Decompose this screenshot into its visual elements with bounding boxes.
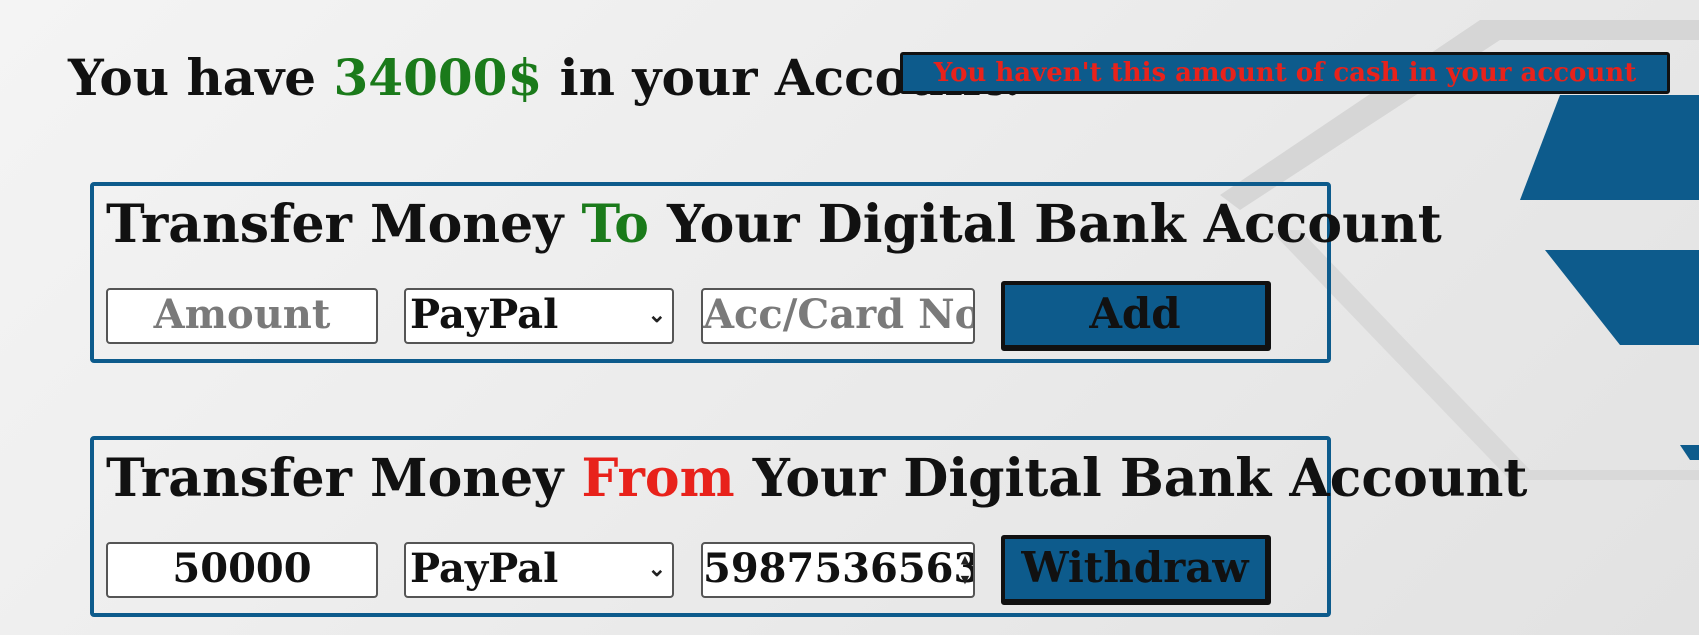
chevron-down-icon: ⌄ bbox=[647, 302, 666, 328]
withdraw-title-keyword: From bbox=[581, 448, 735, 509]
withdraw-method-select[interactable]: PayPal ⌄ bbox=[404, 542, 674, 598]
number-spinner-icon[interactable]: ▲ ▼ bbox=[959, 550, 971, 590]
deposit-method-select[interactable]: PayPal ⌄ bbox=[404, 288, 674, 344]
deposit-account-input[interactable]: Acc/Card No bbox=[701, 288, 975, 344]
withdraw-panel-title: Transfer Money From Your Digital Bank Ac… bbox=[106, 448, 1527, 509]
withdraw-method-selected: PayPal bbox=[410, 545, 559, 592]
deposit-title-keyword: To bbox=[581, 194, 649, 255]
deposit-title-prefix: Transfer Money bbox=[106, 194, 564, 255]
withdraw-title-suffix: Your Digital Bank Account bbox=[752, 448, 1528, 509]
withdraw-amount-input[interactable]: 50000 bbox=[106, 542, 378, 598]
deposit-panel: Transfer Money To Your Digital Bank Acco… bbox=[90, 182, 1442, 363]
add-button[interactable]: Add bbox=[1001, 281, 1271, 351]
balance-summary: You have 34000$ in your Account. bbox=[68, 48, 1021, 107]
deposit-title-suffix: Your Digital Bank Account bbox=[667, 194, 1442, 255]
balance-amount: 34000$ bbox=[333, 48, 543, 107]
withdraw-account-input[interactable]: 598753656324 ▲▼ bbox=[701, 542, 975, 598]
withdraw-title-prefix: Transfer Money bbox=[106, 448, 564, 509]
balance-prefix: You have bbox=[68, 48, 317, 107]
error-banner: You haven't this amount of cash in your … bbox=[900, 52, 1670, 94]
deposit-method-selected: PayPal bbox=[410, 291, 559, 338]
withdraw-account-value: 598753656324 bbox=[703, 545, 973, 592]
withdraw-panel: Transfer Money From Your Digital Bank Ac… bbox=[90, 436, 1527, 617]
deposit-panel-title: Transfer Money To Your Digital Bank Acco… bbox=[106, 194, 1442, 255]
deposit-amount-input[interactable]: Amount bbox=[106, 288, 378, 344]
chevron-down-icon: ⌄ bbox=[647, 556, 666, 582]
withdraw-button[interactable]: Withdraw bbox=[1001, 535, 1271, 605]
